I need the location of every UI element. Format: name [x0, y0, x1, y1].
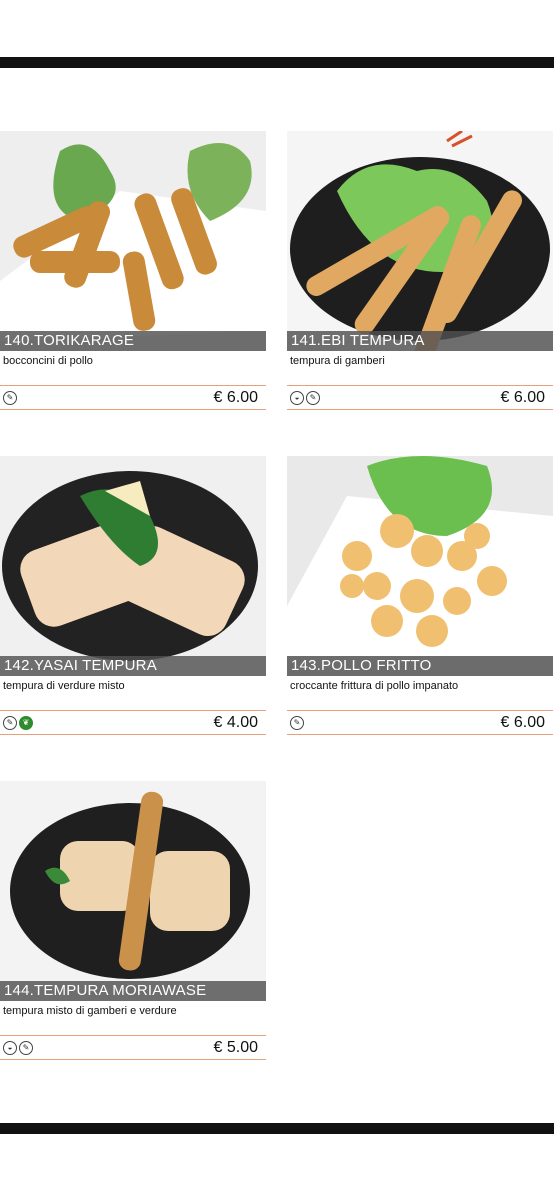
- icon-row: ◒ ✎: [3, 1041, 33, 1055]
- divider: [0, 409, 266, 410]
- menu-item-card[interactable]: 143.POLLO FRITTO croccante frittura di p…: [287, 456, 553, 736]
- leaf-icon: ❦: [19, 716, 33, 730]
- divider: [0, 710, 266, 711]
- item-description: bocconcini di pollo: [3, 355, 93, 367]
- item-title: 144.TEMPURA MORIAWASE: [4, 982, 207, 999]
- menu-item-card[interactable]: 144.TEMPURA MORIAWASE tempura misto di g…: [0, 781, 266, 1061]
- item-title: 140.TORIKARAGE: [4, 332, 135, 349]
- icon-row: ✎: [3, 391, 17, 405]
- divider: [0, 1035, 266, 1036]
- top-bar: [0, 57, 554, 68]
- food-photo: [287, 456, 553, 676]
- menu-item-card[interactable]: 142.YASAI TEMPURA tempura di verdure mis…: [0, 456, 266, 736]
- item-description: croccante frittura di pollo impanato: [290, 680, 459, 692]
- divider: [0, 1059, 266, 1060]
- food-photo: [0, 456, 266, 676]
- title-band: 140.TORIKARAGE: [0, 331, 266, 351]
- pencil-icon: ✎: [290, 716, 304, 730]
- pencil-icon: ✎: [306, 391, 320, 405]
- divider: [287, 409, 553, 410]
- item-title: 142.YASAI TEMPURA: [4, 657, 157, 674]
- icon-row: ✎ ❦: [3, 716, 33, 730]
- title-band: 142.YASAI TEMPURA: [0, 656, 266, 676]
- food-photo: [0, 131, 266, 351]
- bottom-bar: [0, 1123, 554, 1134]
- divider: [287, 385, 553, 386]
- icon-row: ✎: [290, 716, 304, 730]
- item-price: € 4.00: [213, 714, 258, 731]
- title-band: 141.EBI TEMPURA: [287, 331, 553, 351]
- item-price: € 5.00: [213, 1039, 258, 1056]
- divider: [0, 734, 266, 735]
- food-photo: [0, 781, 266, 1001]
- pencil-icon: ✎: [3, 391, 17, 405]
- title-band: 144.TEMPURA MORIAWASE: [0, 981, 266, 1001]
- item-price: € 6.00: [500, 389, 545, 406]
- item-description: tempura di verdure misto: [3, 680, 125, 692]
- shrimp-icon: ◒: [3, 1041, 17, 1055]
- divider: [287, 734, 553, 735]
- menu-item-card[interactable]: 141.EBI TEMPURA tempura di gamberi ◒ ✎ €…: [287, 131, 553, 411]
- pencil-icon: ✎: [19, 1041, 33, 1055]
- menu-item-card[interactable]: 140.TORIKARAGE bocconcini di pollo ✎ € 6…: [0, 131, 266, 411]
- pencil-icon: ✎: [3, 716, 17, 730]
- item-description: tempura di gamberi: [290, 355, 385, 367]
- item-price: € 6.00: [213, 389, 258, 406]
- item-description: tempura misto di gamberi e verdure: [3, 1005, 177, 1017]
- food-photo: [287, 131, 553, 351]
- title-band: 143.POLLO FRITTO: [287, 656, 553, 676]
- divider: [0, 385, 266, 386]
- shrimp-icon: ◒: [290, 391, 304, 405]
- item-title: 141.EBI TEMPURA: [291, 332, 425, 349]
- item-price: € 6.00: [500, 714, 545, 731]
- icon-row: ◒ ✎: [290, 391, 320, 405]
- item-title: 143.POLLO FRITTO: [291, 657, 432, 674]
- divider: [287, 710, 553, 711]
